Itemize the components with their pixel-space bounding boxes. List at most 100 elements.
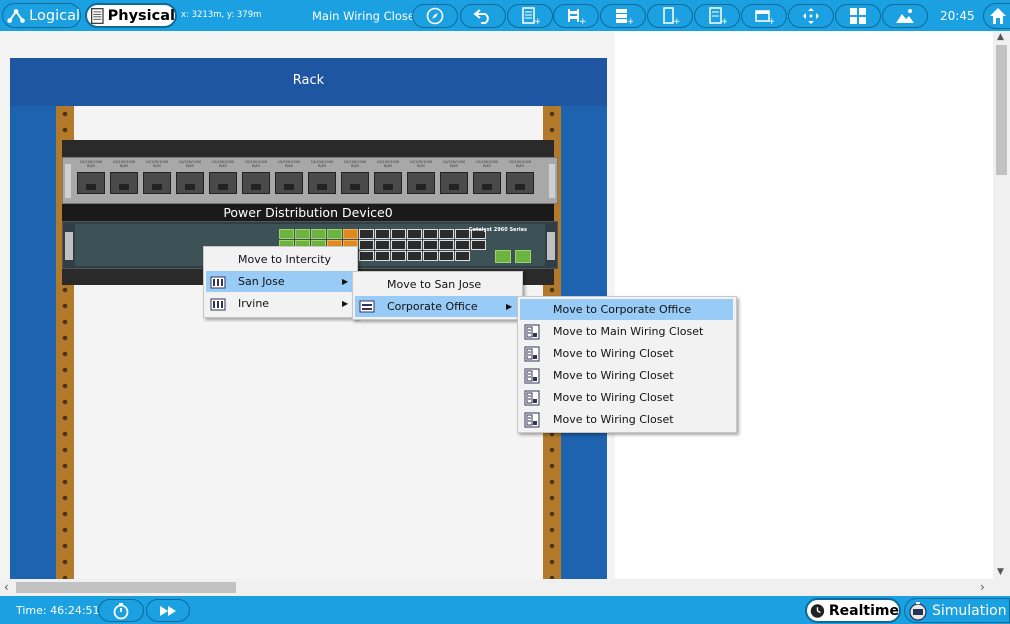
new-table-button[interactable]: + xyxy=(553,4,599,28)
menu-item-san-jose[interactable]: San Jose ▶ xyxy=(206,271,356,292)
scroll-down-icon[interactable]: ▼ xyxy=(997,567,1004,577)
switch-port[interactable] xyxy=(279,229,294,239)
new-cluster-button[interactable]: + xyxy=(694,4,740,28)
switch-port[interactable] xyxy=(359,251,374,261)
switch-port[interactable] xyxy=(375,251,390,261)
switch-port[interactable] xyxy=(423,229,438,239)
menu-item-move-to-corporate-office[interactable]: Move to Corporate Office xyxy=(520,299,733,320)
patch-port[interactable] xyxy=(407,172,435,194)
patch-port[interactable] xyxy=(242,172,270,194)
switch-brand: Catalyst 2960 Series xyxy=(468,227,527,233)
switch-port[interactable] xyxy=(439,240,454,250)
rack-header: Rack xyxy=(10,58,607,106)
building-icon xyxy=(359,300,375,313)
new-cluster-icon: + xyxy=(709,7,727,25)
patch-port-label: 10/100/1000 RJ45 xyxy=(277,160,301,168)
patch-port[interactable] xyxy=(506,172,534,194)
switch-port[interactable] xyxy=(311,229,326,239)
patch-port[interactable] xyxy=(440,172,468,194)
patch-port[interactable] xyxy=(110,172,138,194)
home-button[interactable] xyxy=(983,3,1010,29)
new-shelf-button[interactable]: + xyxy=(600,4,646,28)
grid-button[interactable] xyxy=(835,4,881,28)
switch-port[interactable] xyxy=(343,229,358,239)
patch-panel-ear-left xyxy=(65,164,71,198)
menu-item-move-to-wiring-closet[interactable]: Move to Wiring Closet xyxy=(520,365,733,386)
patch-port-label: 10/100/1000 RJ45 xyxy=(310,160,334,168)
patch-port[interactable] xyxy=(374,172,402,194)
rack-title: Rack xyxy=(292,73,325,88)
switch-port[interactable] xyxy=(423,240,438,250)
switch-uplink-port[interactable] xyxy=(495,250,511,263)
switch-port[interactable] xyxy=(407,229,422,239)
new-device-button[interactable]: + xyxy=(647,4,693,28)
logical-label: Logical xyxy=(29,7,80,24)
patch-port[interactable] xyxy=(341,172,369,194)
fast-forward-button[interactable] xyxy=(146,599,190,622)
switch-port[interactable] xyxy=(423,251,438,261)
fast-forward-icon xyxy=(160,605,176,616)
back-button[interactable] xyxy=(460,4,506,28)
vertical-scrollbar[interactable]: ▲ ▼ xyxy=(993,31,1010,579)
switch-port[interactable] xyxy=(391,240,406,250)
wiring-closet-icon xyxy=(524,324,540,340)
switch-port[interactable] xyxy=(295,229,310,239)
switch-port[interactable] xyxy=(455,240,470,250)
menu-item-move-to-wiring-closet[interactable]: Move to Wiring Closet xyxy=(520,387,733,408)
menu-item-move-to-main-wiring-closet[interactable]: Move to Main Wiring Closet xyxy=(520,321,733,342)
switch-port[interactable] xyxy=(471,240,486,250)
menu-item-corporate-office[interactable]: Corporate Office ▶ xyxy=(355,296,521,317)
coordinates-readout: x: 3213m, y: 379m xyxy=(181,10,262,20)
switch-uplink-port[interactable] xyxy=(515,250,531,263)
new-pdu-button[interactable]: + xyxy=(741,4,787,28)
switch-port[interactable] xyxy=(407,251,422,261)
menu-item-irvine[interactable]: Irvine ▶ xyxy=(206,293,356,314)
svg-text:+: + xyxy=(768,17,774,25)
switch-port[interactable] xyxy=(391,229,406,239)
patch-port[interactable] xyxy=(77,172,105,194)
patch-panel-ear-right xyxy=(549,164,555,198)
switch-port[interactable] xyxy=(327,229,342,239)
vertical-scroll-thumb[interactable] xyxy=(996,45,1007,175)
menu-item-move-to-intercity[interactable]: Move to Intercity xyxy=(206,249,356,270)
logical-mode-button[interactable]: Logical xyxy=(2,3,81,28)
wiring-closet-icon xyxy=(524,390,540,406)
navigation-button[interactable] xyxy=(412,4,458,28)
patch-port[interactable] xyxy=(473,172,501,194)
city-icon xyxy=(210,276,226,289)
reset-time-button[interactable] xyxy=(98,599,144,622)
switch-port[interactable] xyxy=(375,229,390,239)
physical-mode-button[interactable]: Physical xyxy=(85,3,177,28)
patch-port[interactable] xyxy=(209,172,237,194)
simulation-time: Time: 46:24:51 xyxy=(16,604,100,617)
menu-item-label: Move to Wiring Closet xyxy=(553,369,674,382)
switch-port[interactable] xyxy=(391,251,406,261)
scroll-left-icon[interactable]: ‹ xyxy=(4,580,9,594)
switch-port[interactable] xyxy=(455,251,470,261)
patch-port[interactable] xyxy=(275,172,303,194)
switch-port[interactable] xyxy=(455,229,470,239)
menu-item-move-to-san-jose[interactable]: Move to San Jose xyxy=(355,274,521,295)
switch-port[interactable] xyxy=(439,229,454,239)
menu-item-move-to-wiring-closet[interactable]: Move to Wiring Closet xyxy=(520,409,733,430)
background-button[interactable] xyxy=(882,4,928,28)
realtime-mode-button[interactable]: Realtime xyxy=(805,598,901,623)
horizontal-scrollbar[interactable]: ‹ › xyxy=(0,579,993,596)
horizontal-scroll-thumb[interactable] xyxy=(16,582,236,593)
scroll-right-icon[interactable]: › xyxy=(980,580,985,594)
compass-icon xyxy=(426,7,444,25)
simulation-mode-button[interactable]: Simulation xyxy=(904,598,1010,623)
move-button[interactable] xyxy=(788,4,834,28)
switch-port[interactable] xyxy=(439,251,454,261)
switch-port[interactable] xyxy=(375,240,390,250)
scroll-up-icon[interactable]: ▲ xyxy=(997,32,1004,42)
new-rack-button[interactable]: + xyxy=(507,4,553,28)
patch-port[interactable] xyxy=(143,172,171,194)
patch-port[interactable] xyxy=(176,172,204,194)
switch-port[interactable] xyxy=(359,240,374,250)
switch-port[interactable] xyxy=(359,229,374,239)
switch-port[interactable] xyxy=(407,240,422,250)
patch-port[interactable] xyxy=(308,172,336,194)
patch-panel[interactable]: 10/100/1000 RJ45 10/100/1000 RJ45 10/100/1… xyxy=(62,157,558,204)
menu-item-move-to-wiring-closet[interactable]: Move to Wiring Closet xyxy=(520,343,733,364)
